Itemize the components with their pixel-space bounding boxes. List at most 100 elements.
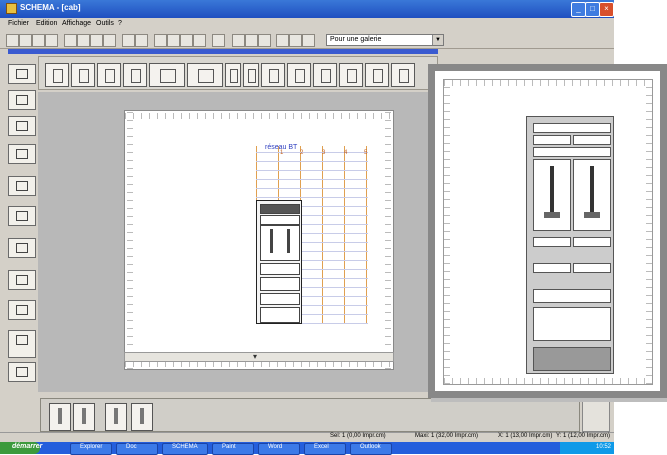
- chevron-down-icon[interactable]: ▼: [432, 35, 443, 45]
- side-palette-item[interactable]: [8, 270, 36, 290]
- maximize-button[interactable]: □: [585, 2, 600, 17]
- side-palette-item[interactable]: [8, 238, 36, 258]
- undo-icon[interactable]: [103, 34, 116, 47]
- palette-item[interactable]: [187, 63, 223, 87]
- grid-icon[interactable]: [122, 34, 135, 47]
- horizontal-scrollbar[interactable]: [124, 352, 394, 362]
- side-palette-item[interactable]: [8, 362, 36, 382]
- side-palette-item[interactable]: [8, 90, 36, 110]
- cabinet-module: [573, 263, 611, 273]
- taskbar-item[interactable]: Explorer: [70, 443, 112, 455]
- start-button[interactable]: démarrer: [0, 442, 42, 454]
- taskbar-item[interactable]: SCHEMA: [162, 443, 208, 455]
- side-palette: [8, 60, 36, 390]
- palette-item[interactable]: [313, 63, 337, 87]
- model-select[interactable]: Pour une galerie ▼: [326, 34, 444, 46]
- fuse-rail: [550, 166, 554, 216]
- thumbnail-item[interactable]: [105, 403, 127, 431]
- menu-file[interactable]: Fichier: [8, 20, 29, 27]
- bottom-ruler: [444, 378, 652, 384]
- cabinet-module: [533, 123, 611, 133]
- left-ruler: [127, 111, 133, 369]
- cabinet-module: [260, 263, 300, 275]
- copy-icon[interactable]: [77, 34, 90, 47]
- thumbnail-item[interactable]: [49, 403, 71, 431]
- palette-item[interactable]: [243, 63, 259, 87]
- zoomed-cabinet: [526, 116, 614, 374]
- side-palette-item[interactable]: [8, 330, 36, 358]
- palette-item[interactable]: [391, 63, 415, 87]
- taskbar-item[interactable]: Word: [258, 443, 300, 455]
- toolbar: [0, 31, 614, 49]
- taskbar: Explorer Doc SCHEMA Paint Word Excel Out…: [0, 442, 614, 455]
- palette-item[interactable]: [149, 63, 185, 87]
- menu-edit[interactable]: Edition: [36, 20, 57, 27]
- menu-tools[interactable]: Outils: [96, 20, 114, 27]
- side-palette-item[interactable]: [8, 64, 36, 84]
- zoom-in-icon[interactable]: [167, 34, 180, 47]
- line-icon[interactable]: [258, 34, 271, 47]
- system-tray: 10:52: [560, 442, 614, 454]
- right-ruler: [646, 80, 652, 384]
- thumbnail-item[interactable]: [131, 403, 153, 431]
- close-button[interactable]: ×: [599, 2, 614, 17]
- palette-item[interactable]: [287, 63, 311, 87]
- cabinet-module: [573, 237, 611, 247]
- palette-item[interactable]: [45, 63, 69, 87]
- palette-item[interactable]: [261, 63, 285, 87]
- symbol-icon[interactable]: [289, 34, 302, 47]
- thumbnail-item[interactable]: [73, 403, 95, 431]
- pointer-icon[interactable]: [212, 34, 225, 47]
- title-bar[interactable]: SCHEMA - [cab] _ □ ×: [0, 0, 614, 18]
- cut-icon[interactable]: [64, 34, 77, 47]
- palette-item[interactable]: [71, 63, 95, 87]
- open-icon[interactable]: [19, 34, 32, 47]
- palette-tab-strip[interactable]: [8, 49, 438, 54]
- print-icon[interactable]: [45, 34, 58, 47]
- new-icon[interactable]: [6, 34, 19, 47]
- rectangle-icon[interactable]: [245, 34, 258, 47]
- menu-view[interactable]: Affichage: [62, 20, 91, 27]
- palette-item[interactable]: [123, 63, 147, 87]
- zoomed-sheet: [443, 79, 653, 385]
- side-palette-item[interactable]: [8, 144, 36, 164]
- taskbar-item[interactable]: Excel: [304, 443, 346, 455]
- status-bar: Sel: 1 (0,00 Impr.cm) Maxi: 1 (32,00 Imp…: [0, 432, 614, 442]
- column-number: 1: [280, 150, 284, 156]
- fuse-handle: [584, 212, 600, 218]
- fuse-handle: [544, 212, 560, 218]
- fit-icon[interactable]: [193, 34, 206, 47]
- right-ruler: [385, 111, 391, 369]
- side-palette-item[interactable]: [8, 176, 36, 196]
- left-ruler: [444, 80, 450, 384]
- taskbar-item[interactable]: Outlook: [350, 443, 392, 455]
- select-icon[interactable]: [232, 34, 245, 47]
- model-select-value: Pour une galerie: [330, 36, 382, 43]
- side-palette-item[interactable]: [8, 116, 36, 136]
- palette-item[interactable]: [365, 63, 389, 87]
- align-icon[interactable]: [135, 34, 148, 47]
- cabinet-base: [260, 307, 300, 323]
- text-icon[interactable]: [276, 34, 289, 47]
- palette-item[interactable]: [339, 63, 363, 87]
- save-icon[interactable]: [32, 34, 45, 47]
- cabinet-diagram[interactable]: [256, 200, 302, 324]
- font-icon[interactable]: [302, 34, 315, 47]
- taskbar-item[interactable]: Paint: [212, 443, 254, 455]
- minimize-button[interactable]: _: [571, 2, 586, 17]
- fuse-block: [533, 159, 571, 231]
- cabinet-module: [260, 277, 300, 291]
- zoom-icon[interactable]: [154, 34, 167, 47]
- cabinet-module: [533, 237, 571, 247]
- paste-icon[interactable]: [90, 34, 103, 47]
- side-palette-item[interactable]: [8, 206, 36, 226]
- taskbar-item[interactable]: Doc: [116, 443, 158, 455]
- zoomed-detail-view: [428, 64, 667, 398]
- component-palette: [38, 56, 438, 90]
- cabinet-module: [533, 147, 611, 157]
- palette-item[interactable]: [225, 63, 241, 87]
- palette-item[interactable]: [97, 63, 121, 87]
- side-palette-item[interactable]: [8, 300, 36, 320]
- menu-help[interactable]: ?: [118, 20, 122, 27]
- zoom-out-icon[interactable]: [180, 34, 193, 47]
